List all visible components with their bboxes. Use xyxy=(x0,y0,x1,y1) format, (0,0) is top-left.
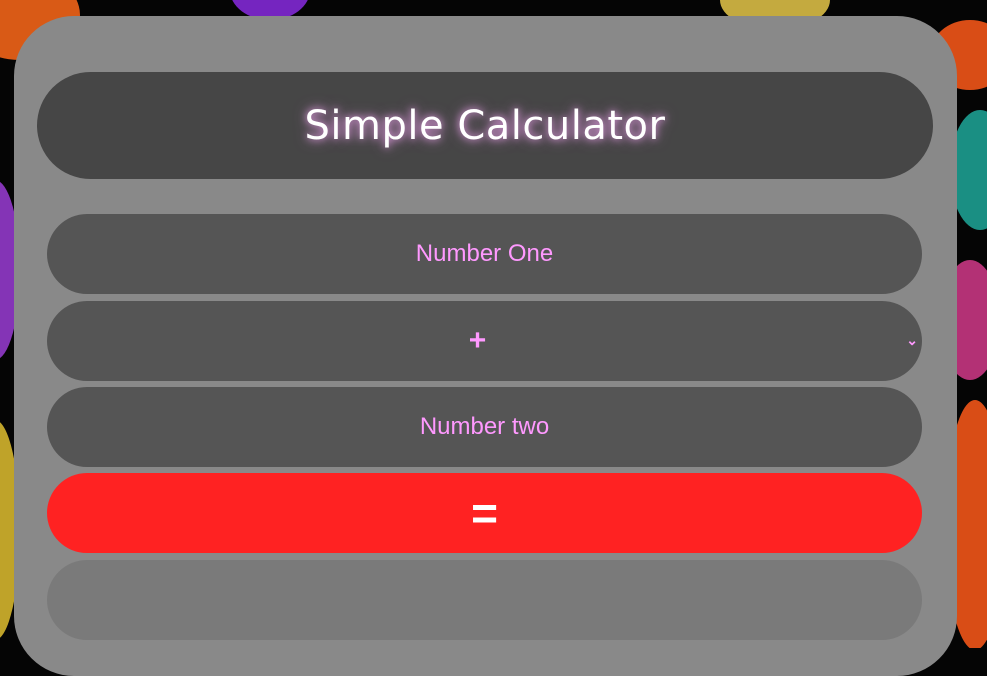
number-two-field[interactable] xyxy=(47,386,922,468)
equals-label: = xyxy=(471,487,498,539)
number-one-field[interactable] xyxy=(47,213,922,295)
calculator-card: Simple Calculator + ⌄ = xyxy=(14,16,957,676)
operator-select[interactable]: + ⌄ xyxy=(47,301,922,381)
title-bar: Simple Calculator xyxy=(37,72,933,179)
operator-selected-value: + xyxy=(468,324,487,357)
chevron-down-icon[interactable]: ⌄ xyxy=(906,332,918,349)
equals-button[interactable]: = xyxy=(47,473,922,553)
number-two-input[interactable] xyxy=(47,386,922,468)
page-title: Simple Calculator xyxy=(304,102,666,149)
number-one-input[interactable] xyxy=(47,213,922,295)
result-field xyxy=(47,560,922,640)
